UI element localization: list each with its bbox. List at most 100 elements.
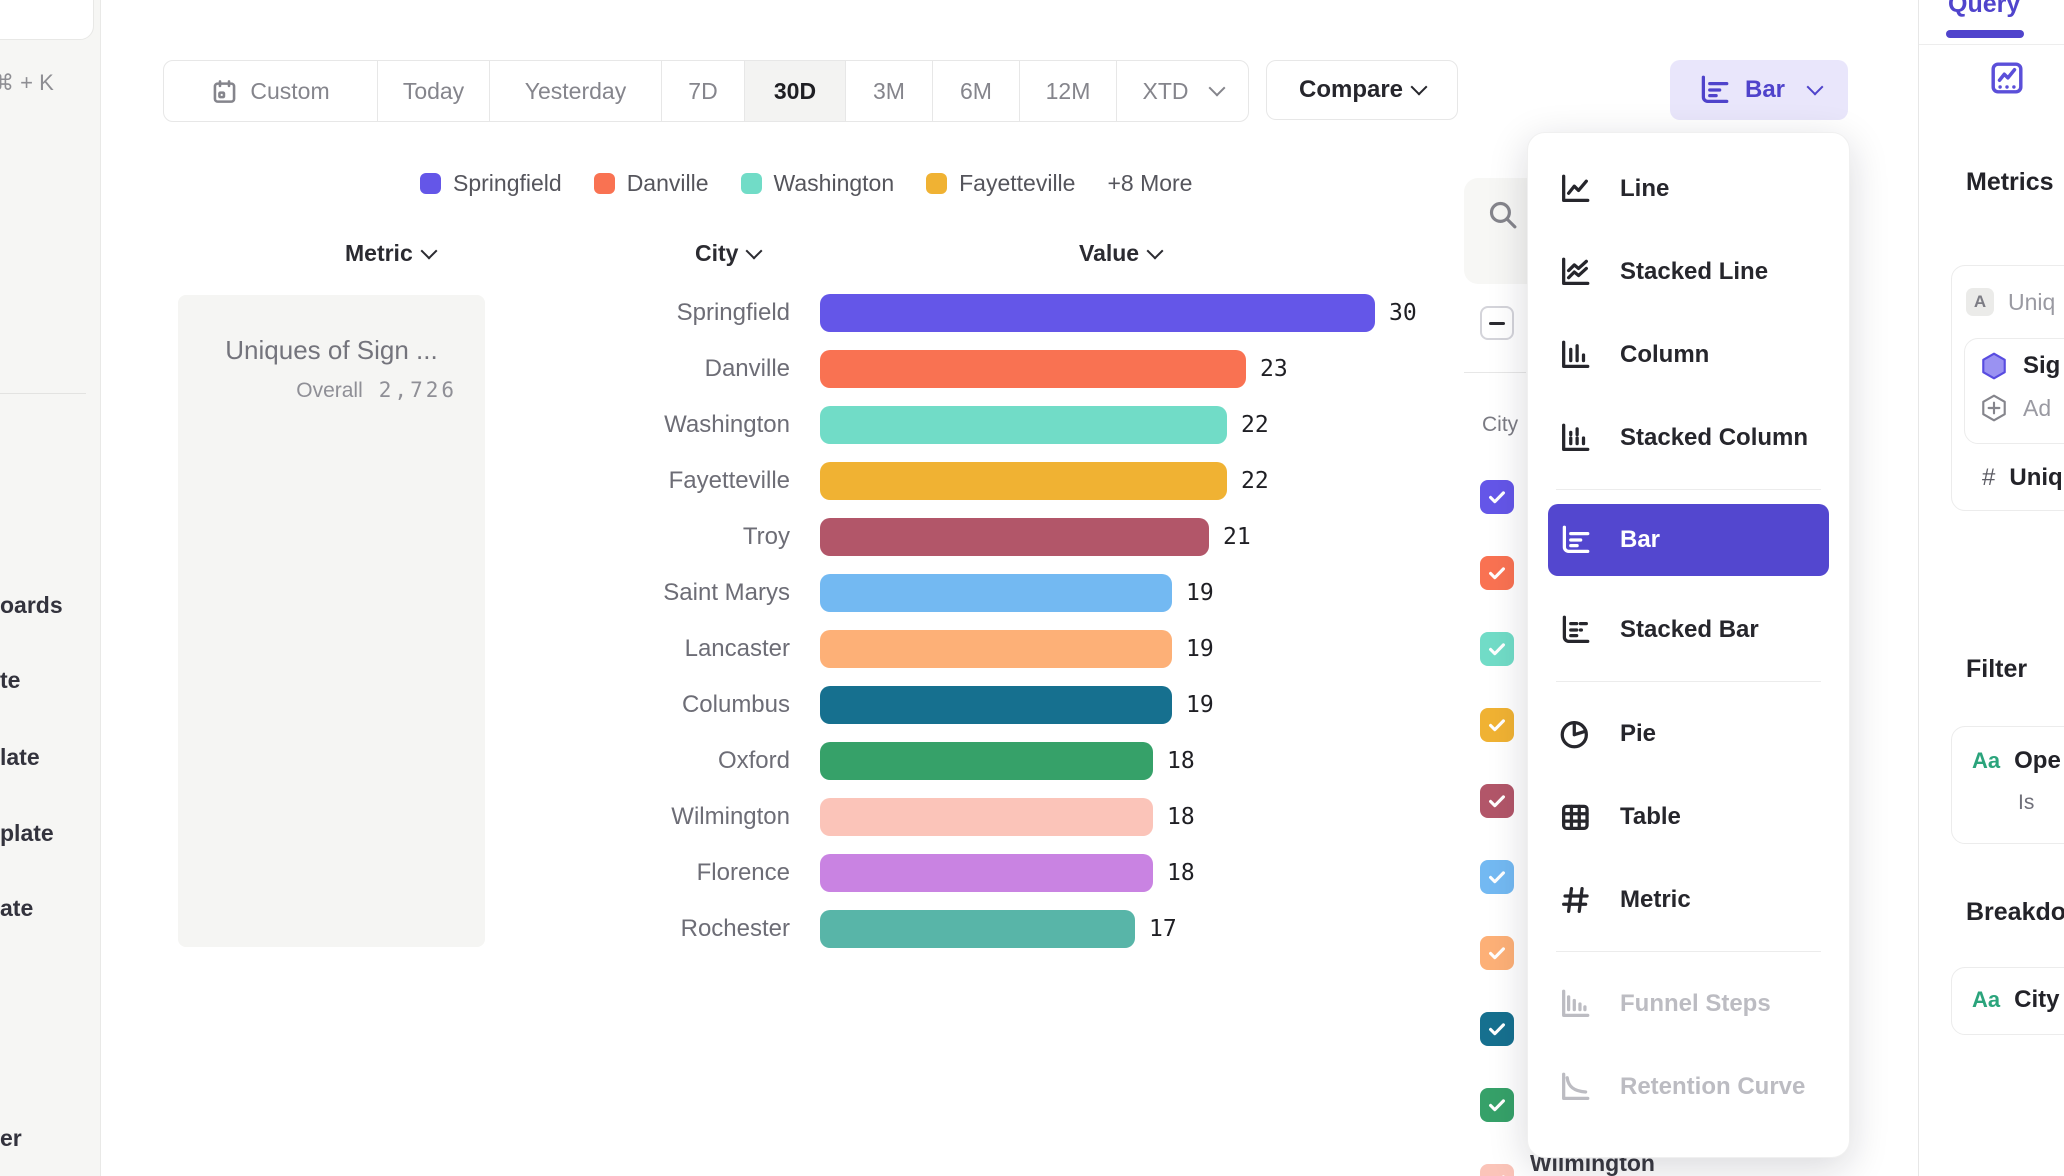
- menu-item-label: Pie: [1620, 720, 1656, 748]
- property-name: Uniqu: [2009, 464, 2064, 492]
- bar-row: Saint Marys19: [500, 574, 1214, 612]
- menu-item-stacked-line[interactable]: Stacked Line: [1528, 230, 1849, 313]
- bar-value: 18: [1167, 860, 1195, 886]
- tab-underline: [1946, 30, 2024, 38]
- filter-property-name: Ope: [2014, 747, 2061, 775]
- bar-value: 18: [1167, 804, 1195, 830]
- event-card[interactable]: Sig Ad: [1964, 338, 2064, 444]
- menu-item-pie[interactable]: Pie: [1528, 692, 1849, 775]
- menu-item-table[interactable]: Table: [1528, 775, 1849, 858]
- metric-name: Uniq: [2008, 289, 2055, 316]
- city-checkbox[interactable]: [1480, 708, 1514, 742]
- event-name: Sig: [2023, 352, 2060, 380]
- bar-row: Wilmington 18: [500, 798, 1195, 836]
- menu-divider: [1556, 489, 1821, 490]
- bar-oxford[interactable]: [820, 742, 1153, 780]
- filter-operator[interactable]: Is: [2018, 791, 2034, 815]
- bar-troy[interactable]: [820, 518, 1209, 556]
- check-icon: [1486, 486, 1508, 508]
- bar-saint-marys[interactable]: [820, 574, 1172, 612]
- bar-category-label: Florence: [500, 859, 790, 887]
- series-a-badge: A: [1966, 288, 1994, 316]
- bar-row: Rochester17: [500, 910, 1177, 948]
- bar-value: 19: [1186, 636, 1214, 662]
- metric-query-card[interactable]: A Uniq Sig Ad # Uniqu: [1951, 265, 2064, 511]
- filter-divider: [1464, 372, 1526, 373]
- bar-category-label: Lancaster: [500, 635, 790, 663]
- bar-wilmington[interactable]: [820, 798, 1153, 836]
- metric-icon: [1558, 883, 1592, 917]
- menu-item-column[interactable]: Column: [1528, 313, 1849, 396]
- bar-row: Lancaster 19: [500, 630, 1214, 668]
- menu-item-label: Stacked Bar: [1620, 616, 1759, 644]
- menu-item-retention-curve[interactable]: Retention Curve: [1528, 1045, 1849, 1128]
- check-icon: [1486, 1018, 1508, 1040]
- breakdown-heading: Breakdo: [1966, 898, 2064, 927]
- bar-category-label: Wilmington: [500, 803, 790, 831]
- city-checkbox[interactable]: [1480, 1088, 1514, 1122]
- bar-category-label: Springfield: [500, 299, 790, 327]
- city-checkbox[interactable]: [1480, 556, 1514, 590]
- table-icon: [1558, 800, 1592, 834]
- city-checkbox[interactable]: [1480, 936, 1514, 970]
- check-icon: [1486, 638, 1508, 660]
- bar-lancaster[interactable]: [820, 630, 1172, 668]
- select-all-checkbox[interactable]: [1480, 306, 1514, 340]
- query-panel: Query Metrics A Uniq Sig Ad #: [1918, 0, 2064, 1176]
- chart-type-menu: Line Stacked Line Column Stacked Column Bar S…: [1527, 132, 1850, 1158]
- bar-florence[interactable]: [820, 854, 1153, 892]
- bar-value: 22: [1241, 412, 1269, 438]
- bar-chart-icon: [1558, 523, 1592, 557]
- bar-row: Columbus19: [500, 686, 1214, 724]
- stacked-line-chart-icon: [1558, 255, 1592, 289]
- check-icon: [1486, 1170, 1508, 1176]
- menu-item-label: Bar: [1620, 526, 1660, 554]
- bar-springfield[interactable]: [820, 294, 1375, 332]
- check-icon: [1486, 714, 1508, 736]
- filter-heading: Filter: [1966, 655, 2027, 684]
- insights-chart-icon[interactable]: [1989, 60, 2025, 96]
- city-checkbox[interactable]: [1480, 1012, 1514, 1046]
- bar-value: 22: [1241, 468, 1269, 494]
- bar-category-label: Columbus: [500, 691, 790, 719]
- menu-item-funnel-steps[interactable]: Funnel Steps: [1528, 962, 1849, 1045]
- menu-item-metric[interactable]: Metric: [1528, 858, 1849, 941]
- bar-rochester[interactable]: [820, 910, 1135, 948]
- menu-item-stacked-bar[interactable]: Stacked Bar: [1528, 588, 1849, 671]
- string-type-badge: Aa: [1972, 987, 2000, 1013]
- tab-divider: [1919, 44, 2064, 45]
- bar-danville[interactable]: [820, 350, 1246, 388]
- add-event-icon[interactable]: [1979, 393, 2009, 423]
- city-checkbox[interactable]: [1480, 632, 1514, 666]
- bar-category-label: Rochester: [500, 915, 790, 943]
- bar-category-label: Saint Marys: [500, 579, 790, 607]
- menu-item-label: Stacked Line: [1620, 258, 1768, 286]
- event-hexagon-icon: [1979, 351, 2009, 381]
- menu-item-stacked-column[interactable]: Stacked Column: [1528, 396, 1849, 479]
- bar-row: Oxford18: [500, 742, 1195, 780]
- menu-item-line[interactable]: Line: [1528, 147, 1849, 230]
- city-checkbox[interactable]: [1480, 784, 1514, 818]
- check-icon: [1486, 942, 1508, 964]
- breakdown-card[interactable]: Aa City: [1951, 967, 2064, 1035]
- menu-item-bar[interactable]: Bar: [1548, 504, 1829, 576]
- check-icon: [1486, 866, 1508, 888]
- bar-category-label: Fayetteville: [500, 467, 790, 495]
- menu-item-label: Stacked Column: [1620, 424, 1808, 452]
- bar-washington[interactable]: [820, 406, 1227, 444]
- bar-row: Florence 18: [500, 854, 1195, 892]
- minus-icon: [1489, 322, 1505, 325]
- city-checkbox[interactable]: [1480, 860, 1514, 894]
- filter-card[interactable]: Aa Ope Is i: [1951, 726, 2064, 844]
- menu-item-label: Retention Curve: [1620, 1073, 1805, 1101]
- bar-row: Washington22: [500, 406, 1269, 444]
- bar-value: 18: [1167, 748, 1195, 774]
- bar-columbus[interactable]: [820, 686, 1172, 724]
- line-chart-icon: [1558, 172, 1592, 206]
- bar-category-label: Danville: [500, 355, 790, 383]
- city-checkbox[interactable]: [1480, 1164, 1514, 1176]
- search-icon: [1486, 198, 1519, 231]
- tab-query[interactable]: Query: [1948, 0, 2020, 19]
- bar-fayetteville[interactable]: [820, 462, 1227, 500]
- city-checkbox[interactable]: [1480, 480, 1514, 514]
